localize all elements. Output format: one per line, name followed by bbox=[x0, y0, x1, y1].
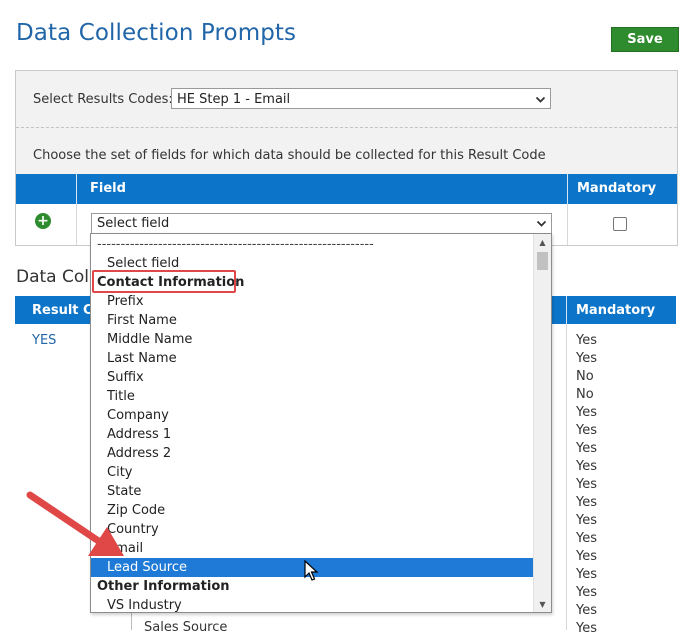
arrow-annotation-icon bbox=[26, 491, 124, 556]
mouse-pointer-icon bbox=[304, 560, 318, 581]
